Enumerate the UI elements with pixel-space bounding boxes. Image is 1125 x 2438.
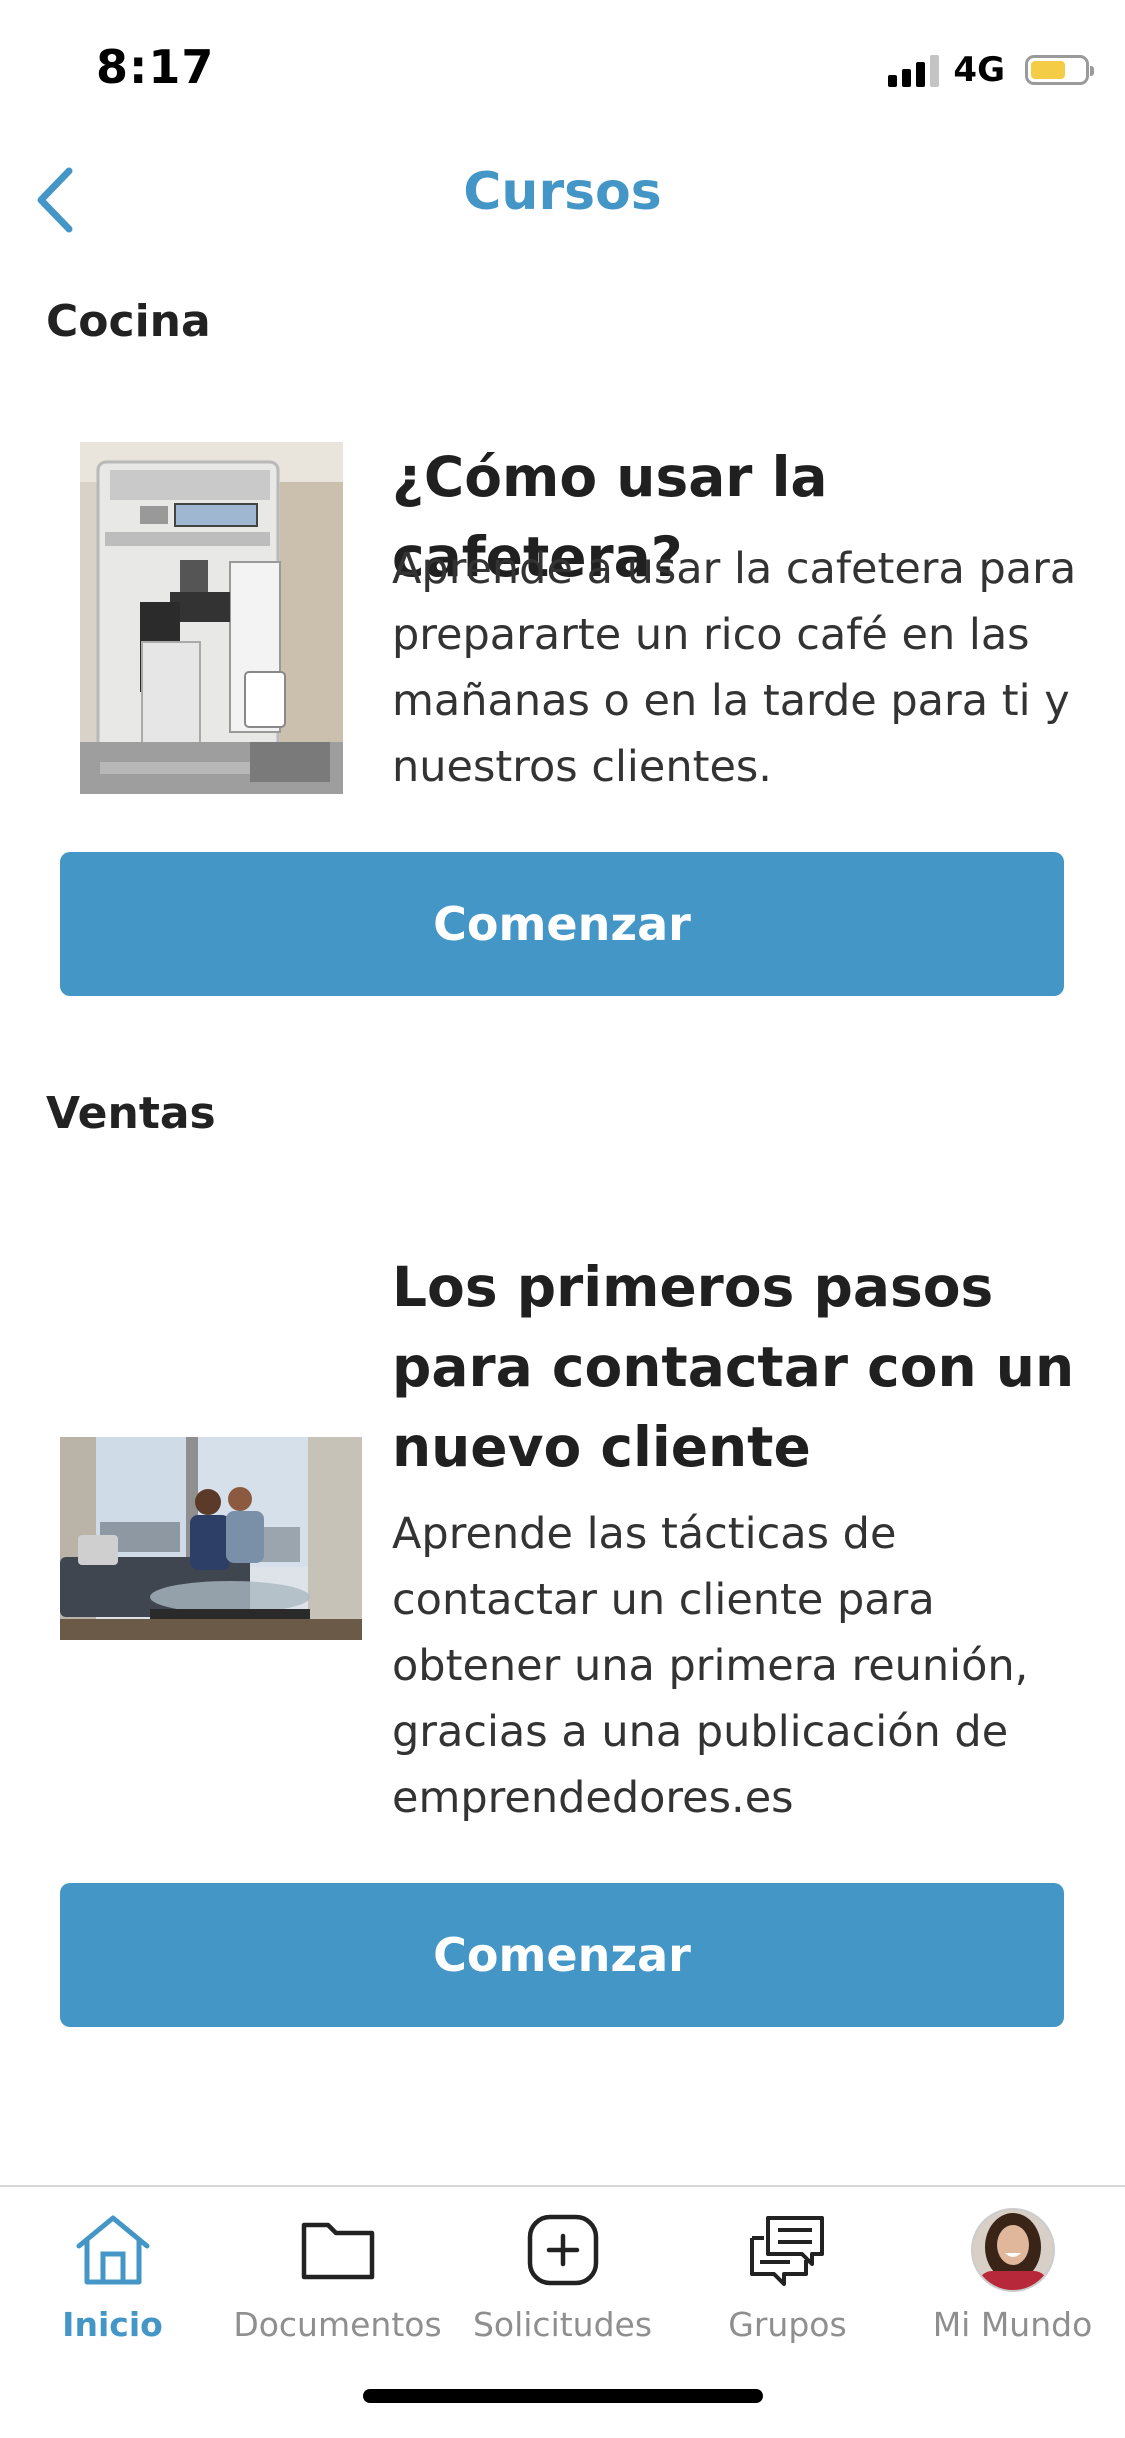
course-title: Los primeros pasos para contactar con un… (392, 1255, 1075, 1479)
status-time: 8:17 (96, 40, 215, 94)
tab-mi-mundo[interactable]: Mi Mundo (900, 2205, 1125, 2355)
chat-bubbles-icon (743, 2205, 833, 2295)
status-indicators: 4G (888, 50, 1094, 90)
course-description: Aprende a usar la cafetera para preparar… (392, 544, 1077, 792)
home-indicator (363, 2389, 763, 2403)
navigation-bar: Cursos (0, 150, 1125, 250)
tab-label: Inicio (62, 2305, 163, 2344)
folder-icon (293, 2205, 383, 2295)
coffee-machine-image (80, 442, 343, 794)
status-bar: 8:17 4G (0, 0, 1125, 140)
signal-icon (888, 53, 940, 87)
tab-inicio[interactable]: Inicio (0, 2205, 225, 2355)
network-type: 4G (953, 50, 1005, 90)
page-title: Cursos (463, 162, 662, 222)
tab-grupos[interactable]: Grupos (675, 2205, 900, 2355)
tab-label: Documentos (233, 2305, 442, 2344)
plus-square-icon (518, 2205, 608, 2295)
battery-icon (1025, 55, 1094, 85)
start-course-button[interactable]: Comenzar (60, 1883, 1064, 2027)
start-course-button[interactable]: Comenzar (60, 852, 1064, 996)
section-title-ventas: Ventas (46, 1088, 216, 1139)
home-icon (68, 2205, 158, 2295)
tab-label: Grupos (728, 2305, 847, 2344)
tab-label: Solicitudes (472, 2305, 653, 2344)
course-description: Aprende las tácticas de contactar un cli… (392, 1509, 1029, 1823)
section-title-cocina: Cocina (46, 296, 211, 347)
tab-documentos[interactable]: Documentos (225, 2205, 450, 2355)
tab-solicitudes[interactable]: Solicitudes (450, 2205, 675, 2355)
business-meeting-image (60, 1437, 362, 1640)
tab-label: Mi Mundo (932, 2305, 1093, 2344)
avatar (968, 2205, 1058, 2295)
